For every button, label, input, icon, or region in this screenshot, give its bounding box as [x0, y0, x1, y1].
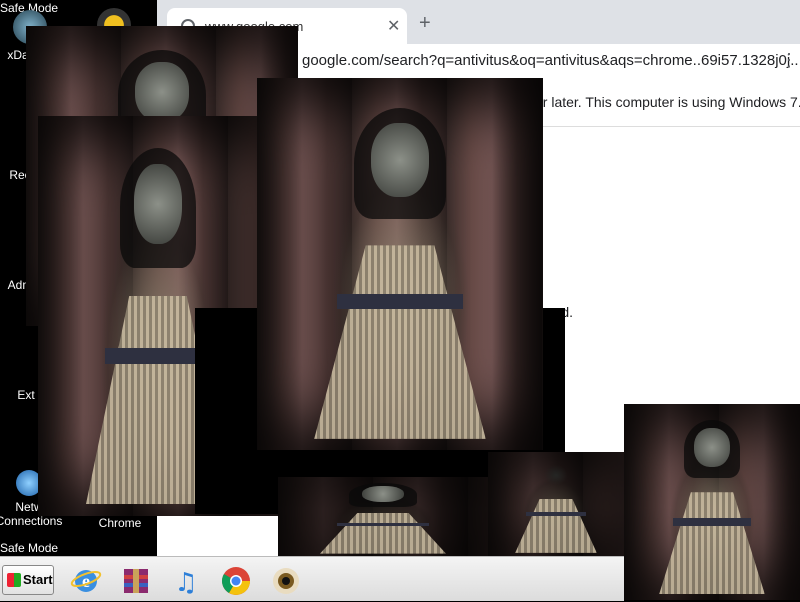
menu-dots-icon[interactable]: ⋮ [780, 50, 798, 71]
start-button[interactable]: Start [2, 565, 54, 595]
infobar-text: or later. This computer is using Windows… [535, 94, 800, 110]
close-icon[interactable]: ✕ [387, 16, 400, 36]
winrar-icon[interactable] [120, 565, 152, 597]
doll-image-window-6 [624, 404, 800, 600]
url-text[interactable]: google.com/search?q=antivitus&oq=antivit… [302, 52, 800, 69]
chrome-icon[interactable] [220, 565, 252, 597]
internet-explorer-icon[interactable]: e [70, 565, 102, 597]
itunes-icon[interactable]: ♫ [170, 565, 202, 598]
start-label: Start [23, 572, 53, 587]
doll-image-window-3 [278, 477, 488, 556]
doll-image-window-5 [257, 78, 543, 450]
safe-mode-label-bottom: Safe Mode [0, 541, 59, 555]
eye-icon[interactable] [270, 565, 302, 597]
desktop-icon-chrome[interactable]: Chrome [80, 516, 160, 530]
desktop-icon-label: Chrome [98, 516, 142, 530]
windows-flag-icon [7, 573, 21, 587]
doll-image-window-4 [488, 452, 624, 556]
svg-text:♫: ♫ [174, 568, 197, 597]
new-tab-button[interactable]: + [419, 12, 431, 35]
taskbar: Start e ♫ [0, 556, 624, 601]
